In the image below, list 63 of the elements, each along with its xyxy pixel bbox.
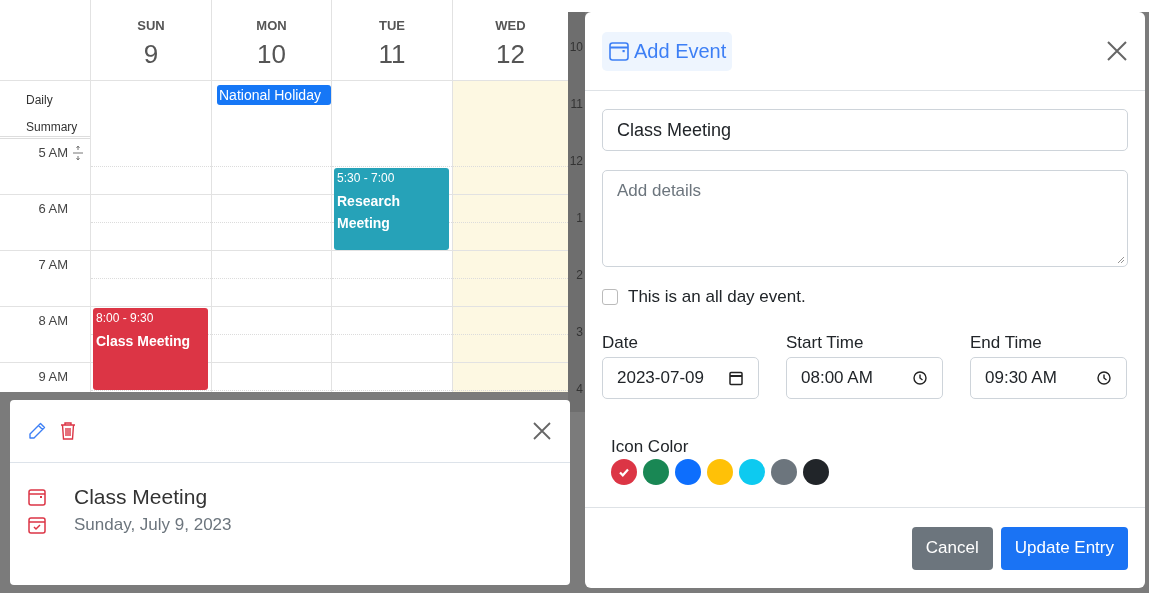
day-number: 11 [378, 39, 406, 70]
hour-label: 8 AM [38, 313, 68, 328]
color-swatch[interactable] [803, 459, 829, 485]
hour-label: 1 [576, 211, 583, 225]
row-label: Daily Summary [26, 92, 79, 136]
weekday-label: SUN [137, 18, 165, 33]
field-label: Icon Color [611, 437, 690, 457]
hour-label: 11 [570, 97, 583, 111]
update-button[interactable]: Update Entry [1000, 526, 1128, 570]
hour-label: 3 [576, 325, 583, 339]
pencil-icon[interactable] [27, 421, 47, 441]
calendar-event[interactable]: 5:30 - 7:00 Research Meeting [334, 168, 449, 250]
color-swatch[interactable] [707, 459, 733, 485]
event-title: Research Meeting [337, 192, 402, 233]
event-title: Class Meeting [96, 332, 192, 351]
field-label: End Time [970, 333, 1043, 353]
checkbox[interactable] [602, 289, 618, 305]
field-label: Date [602, 333, 639, 353]
hour-label: 12 [569, 154, 583, 168]
date-field[interactable]: 2023-07-09 [602, 357, 759, 399]
calendar-icon[interactable] [728, 370, 744, 386]
close-icon[interactable] [532, 421, 552, 441]
checkbox-label: This is an all day event. [628, 287, 806, 307]
time-field[interactable]: 08:00 AM [786, 357, 943, 399]
field-label: Start Time [786, 333, 865, 353]
time-field[interactable]: 09:30 AM [970, 357, 1127, 399]
event-date: Sunday, July 9, 2023 [74, 515, 232, 535]
details-field[interactable]: Add details [602, 170, 1128, 267]
event-time: 5:30 - 7:00 [337, 171, 396, 185]
clock-icon[interactable] [1096, 370, 1112, 386]
hour-label: 6 AM [38, 201, 68, 216]
hour-label: 5 AM [38, 145, 68, 160]
color-swatch[interactable] [675, 459, 701, 485]
day-number: 10 [257, 39, 286, 70]
event-title: Class Meeting [74, 485, 208, 509]
calendar-check-icon [27, 515, 47, 535]
color-swatch[interactable] [611, 459, 637, 485]
hour-label: 9 AM [38, 369, 68, 384]
cancel-button[interactable]: Cancel [911, 526, 993, 570]
hour-label: 2 [576, 268, 583, 282]
hour-label: 10 [569, 40, 583, 54]
color-swatch[interactable] [643, 459, 669, 485]
hour-label: 7 AM [38, 257, 68, 272]
title-field[interactable]: Class Meeting [602, 109, 1128, 151]
clock-icon[interactable] [912, 370, 928, 386]
day-number: 12 [496, 39, 525, 70]
all-day-event[interactable]: National Holiday [217, 85, 331, 105]
weekday-label: TUE [379, 18, 405, 33]
day-number: 9 [143, 39, 159, 70]
calendar-event[interactable]: 8:00 - 9:30 Class Meeting [93, 308, 208, 390]
calendar-icon [608, 40, 630, 62]
hour-label: 4 [576, 382, 583, 396]
event-time: 8:00 - 9:30 [96, 311, 155, 325]
dialog-title-text: Add Event [634, 39, 727, 63]
divide-icon[interactable] [72, 145, 84, 161]
close-icon[interactable] [1106, 40, 1128, 62]
color-swatch[interactable] [739, 459, 765, 485]
calendar-icon [27, 487, 47, 507]
color-swatch[interactable] [771, 459, 797, 485]
weekday-label: WED [495, 18, 526, 33]
trash-icon[interactable] [59, 421, 77, 441]
resize-grip-icon[interactable] [1117, 256, 1125, 264]
weekday-label: MON [256, 18, 287, 33]
